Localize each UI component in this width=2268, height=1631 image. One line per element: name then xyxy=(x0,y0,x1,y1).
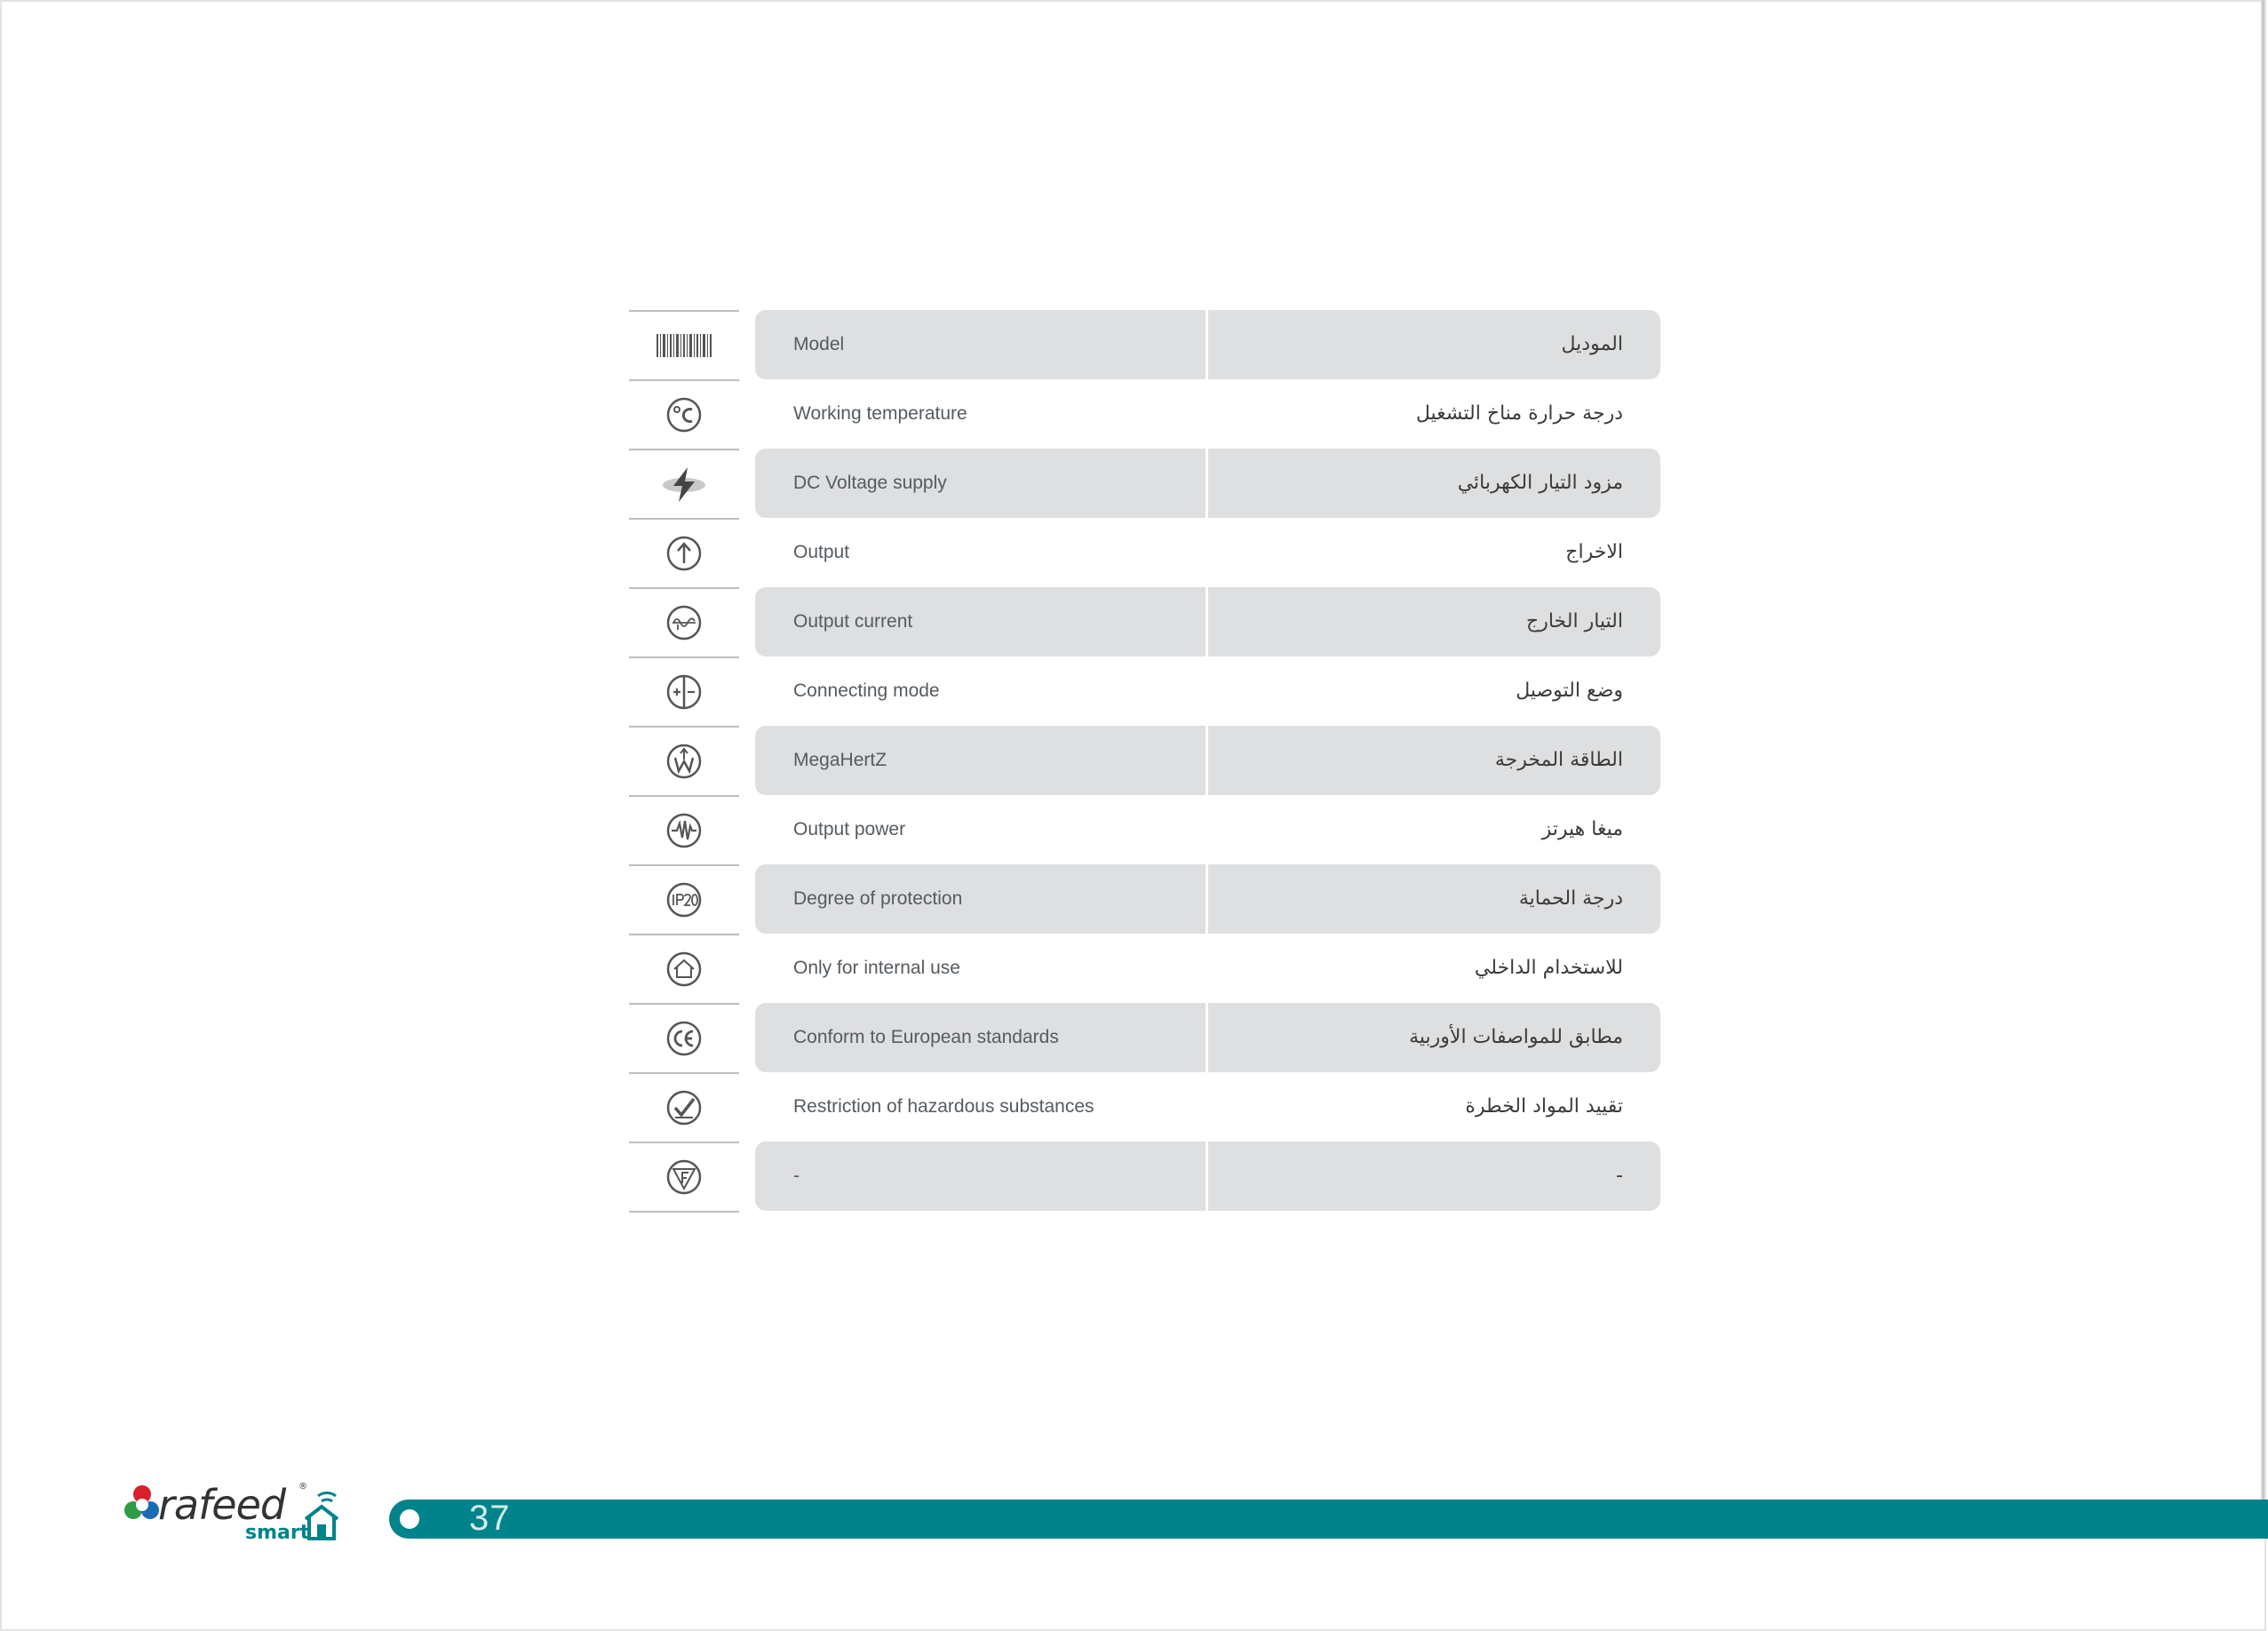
sine-wave-circle-icon xyxy=(666,605,702,640)
icon-cell xyxy=(629,726,739,795)
ip20-icon xyxy=(666,882,702,918)
svg-text:®: ® xyxy=(298,1482,307,1492)
row-bar: - - xyxy=(755,1142,1660,1211)
table-row: Output power ميغا هيرتز xyxy=(0,795,2268,864)
table-row: Working temperature درجة حرارة مناخ التش… xyxy=(0,379,2268,449)
icon-cell xyxy=(629,518,739,587)
row-label-ar: وضع التوصيل xyxy=(1516,680,1623,702)
table-row: Output الاخراج xyxy=(0,518,2268,587)
arrow-up-circle-icon xyxy=(666,536,702,571)
row-bar: Conform to European standards مطابق للمو… xyxy=(755,1003,1660,1072)
row-label-ar: درجة حرارة مناخ التشغيل xyxy=(1415,402,1623,425)
table-row: MegaHertZ الطاقة المخرجة xyxy=(0,726,2268,795)
row-label-en: Output power xyxy=(793,819,906,839)
icon-cell xyxy=(629,1003,739,1072)
icon-cell xyxy=(629,1072,739,1142)
watt-circle-icon xyxy=(666,744,702,779)
row-label-en: DC Voltage supply xyxy=(793,473,947,493)
celsius-icon xyxy=(666,397,702,433)
column-divider xyxy=(1206,726,1208,795)
table-row: Connecting mode وضع التوصيل xyxy=(0,656,2268,726)
icon-cell xyxy=(629,864,739,934)
footer-band xyxy=(389,1500,2268,1539)
row-label-en: Output current xyxy=(793,611,913,632)
column-divider xyxy=(1206,1003,1208,1072)
row-label-en: Restriction of hazardous substances xyxy=(793,1096,1094,1117)
row-label-ar: - xyxy=(1616,1165,1623,1187)
house-circle-icon xyxy=(666,951,702,987)
row-label-ar: ميغا هيرتز xyxy=(1541,818,1623,840)
column-divider xyxy=(1206,449,1208,518)
row-label-en: MegaHertZ xyxy=(793,750,887,770)
icon-cell xyxy=(629,1142,739,1213)
barcode-icon xyxy=(657,334,712,357)
frequency-circle-icon xyxy=(666,813,702,848)
icon-cell xyxy=(629,656,739,726)
row-bar: Degree of protection درجة الحماية xyxy=(755,864,1660,934)
row-bar: Connecting mode وضع التوصيل xyxy=(755,656,1660,726)
icon-cell xyxy=(629,310,739,379)
row-bar: Working temperature درجة حرارة مناخ التش… xyxy=(755,379,1660,449)
row-label-en: Conform to European standards xyxy=(793,1027,1059,1047)
footer-dot xyxy=(400,1509,419,1529)
table-row: Degree of protection درجة الحماية xyxy=(0,864,2268,934)
row-bar: Only for internal use للاستخدام الداخلي xyxy=(755,934,1660,1003)
icon-cell xyxy=(629,587,739,656)
table-row: Output current التيار الخارج xyxy=(0,587,2268,656)
svg-text:smart: smart xyxy=(245,1522,310,1544)
rafeed-smart-logo: rafeed ® smart xyxy=(124,1481,339,1544)
ce-mark-icon xyxy=(666,1021,702,1056)
table-row: DC Voltage supply مزود التيار الكهربائي xyxy=(0,449,2268,518)
row-label-en: Model xyxy=(793,334,845,354)
row-label-ar: مطابق للمواصفات الأوربية xyxy=(1409,1026,1623,1048)
row-label-ar: الطاقة المخرجة xyxy=(1494,749,1623,771)
row-label-en: Degree of protection xyxy=(793,888,963,909)
table-row: Conform to European standards مطابق للمو… xyxy=(0,1003,2268,1072)
row-label-en: Working temperature xyxy=(793,403,967,424)
row-label-ar: مزود التيار الكهربائي xyxy=(1457,472,1623,494)
column-divider xyxy=(1206,587,1208,656)
row-bar: Output الاخراج xyxy=(755,518,1660,587)
row-label-ar: التيار الخارج xyxy=(1526,610,1623,633)
column-divider xyxy=(1206,864,1208,934)
row-bar: Restriction of hazardous substances تقيي… xyxy=(755,1072,1660,1142)
row-bar: MegaHertZ الطاقة المخرجة xyxy=(755,726,1660,795)
row-label-en: Connecting mode xyxy=(793,680,940,701)
row-label-en: Only for internal use xyxy=(793,958,960,978)
icon-cell xyxy=(629,934,739,1003)
page-number: 37 xyxy=(469,1499,511,1538)
row-label-ar: درجة الحماية xyxy=(1518,887,1623,910)
row-label-ar: تقييد المواد الخطرة xyxy=(1465,1095,1623,1118)
lightning-icon xyxy=(663,467,705,502)
row-label-ar: الموديل xyxy=(1561,333,1623,355)
row-bar: Model الموديل xyxy=(755,310,1660,379)
f-mark-icon xyxy=(666,1159,702,1195)
row-label-en: Output xyxy=(793,542,850,562)
row-bar: Output current التيار الخارج xyxy=(755,587,1660,656)
column-divider xyxy=(1206,1142,1208,1211)
icon-cell xyxy=(629,379,739,449)
table-row: - - xyxy=(0,1142,2268,1213)
plus-minus-circle-icon xyxy=(666,674,702,710)
check-circle-icon xyxy=(666,1090,702,1126)
icon-cell xyxy=(629,449,739,518)
icon-cell xyxy=(629,795,739,864)
row-label-ar: للاستخدام الداخلي xyxy=(1474,957,1623,979)
row-label-ar: الاخراج xyxy=(1565,541,1623,563)
row-label-en: - xyxy=(793,1166,800,1186)
row-bar: DC Voltage supply مزود التيار الكهربائي xyxy=(755,449,1660,518)
table-row: Model الموديل xyxy=(0,310,2268,379)
table-row: Only for internal use للاستخدام الداخلي xyxy=(0,934,2268,1003)
table-row: Restriction of hazardous substances تقيي… xyxy=(0,1072,2268,1142)
column-divider xyxy=(1206,310,1208,379)
row-bar: Output power ميغا هيرتز xyxy=(755,795,1660,864)
